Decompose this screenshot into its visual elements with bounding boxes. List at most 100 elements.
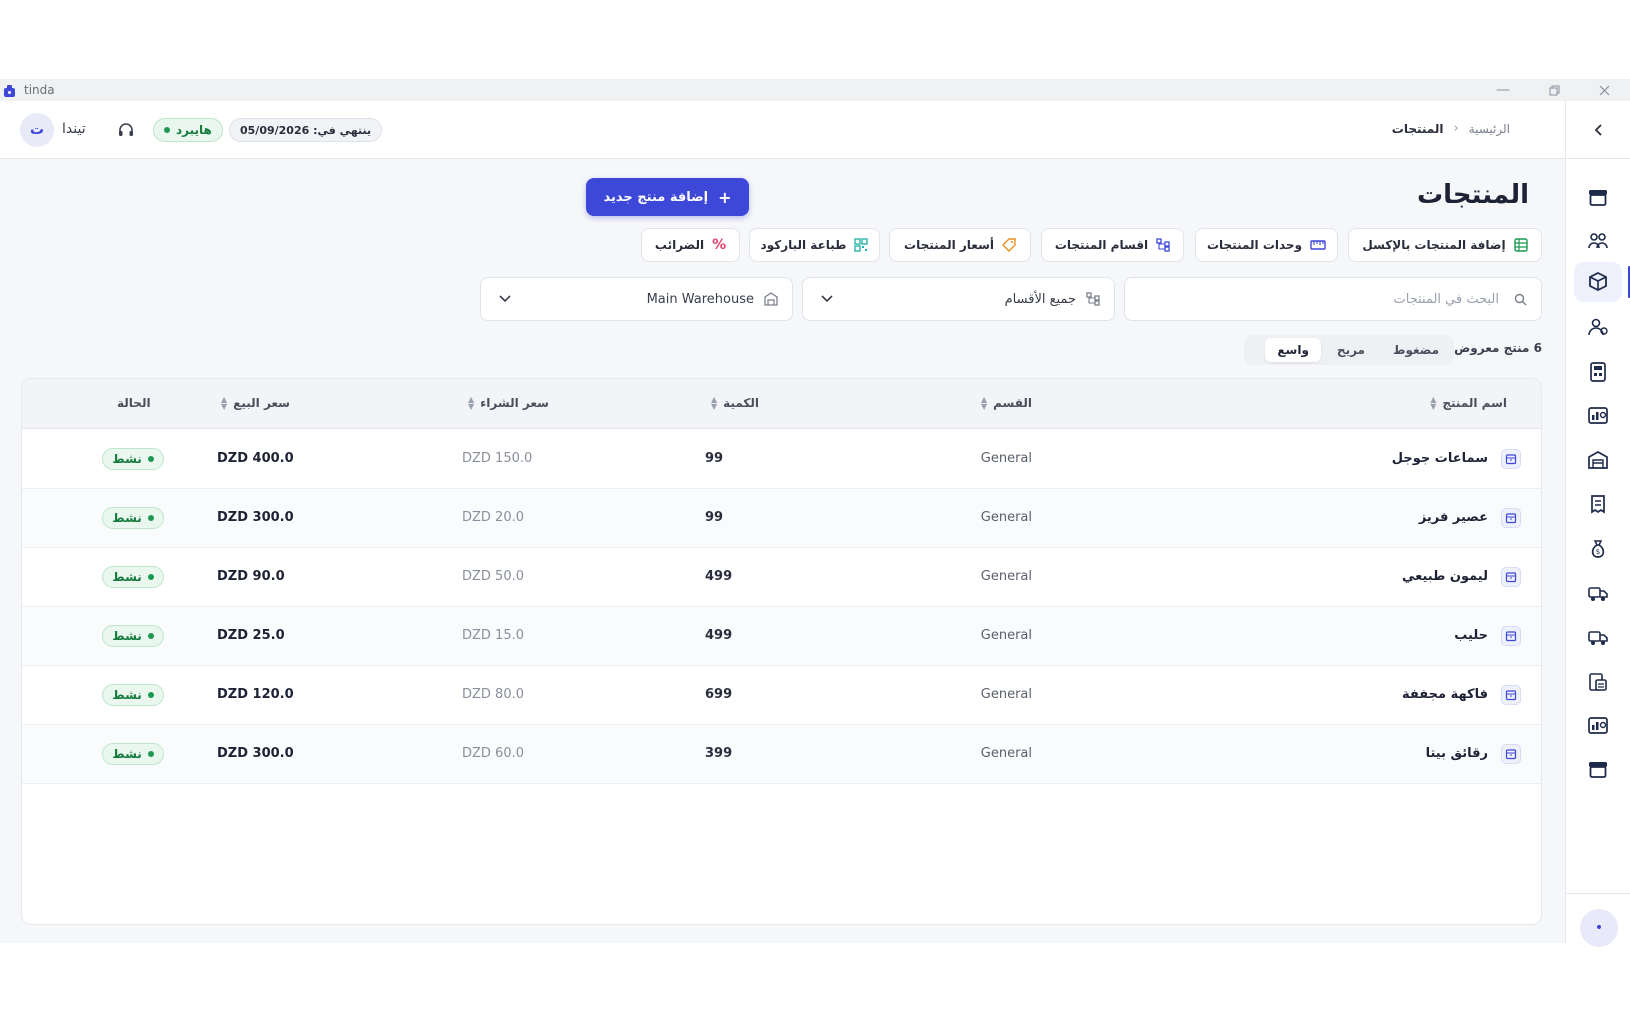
window-title: tinda [24,83,55,97]
table-row[interactable]: حليب General 499 DZD 15.0 DZD 25.0 نشط [22,607,1541,666]
support-headset-icon[interactable] [117,121,135,139]
taxes-button[interactable]: % الضرائب [641,228,740,262]
table-row[interactable]: رقائق بيتا General 399 DZD 60.0 DZD 300.… [22,725,1541,784]
avatar[interactable]: ت [20,113,54,147]
sidebar-item-documents[interactable] [1574,662,1622,702]
sidebar-item-store[interactable] [1574,177,1622,217]
product-buy-price: DZD 20.0 [462,510,525,525]
product-qty: 699 [705,687,733,702]
sidebar-item-shops[interactable] [1574,749,1622,789]
sidebar-item-analytics[interactable] [1574,706,1622,746]
sidebar: $ • [1565,101,1630,947]
shop-icon [1589,762,1607,778]
sort-icon: ▲ ▼ [1430,395,1437,411]
product-buy-price: DZD 80.0 [462,687,525,702]
chart-board-icon [1588,407,1608,424]
sidebar-item-receipts[interactable] [1574,484,1622,524]
receipt-icon [1591,495,1605,514]
sidebar-collapse-button[interactable] [1566,101,1630,159]
status-badge: نشط [102,566,164,588]
status-badge: نشط [102,625,164,647]
product-qty: 99 [705,510,724,525]
chevron-left-icon: ‹ [1453,121,1459,136]
status-dot-icon [147,574,154,580]
status-badge: نشط [102,684,164,706]
category-select[interactable]: جميع الأقسام [802,277,1115,321]
product-categories-button[interactable]: اقسام المنتجات [1041,228,1184,262]
window-titlebar: tinda — [0,79,1630,101]
product-units-button[interactable]: وحدات المنتجات [1195,228,1338,262]
column-header-sell-price[interactable]: سعر البيع ▲ ▼ [221,395,290,411]
import-excel-button[interactable]: إضافة المنتجات بالإكسل [1348,228,1542,262]
breadcrumb: الرئيسية ‹ المنتجات [1392,121,1510,136]
add-product-button[interactable]: + إضافة منتج جديد [586,178,749,216]
chevron-down-icon [499,295,511,303]
sidebar-item-suppliers[interactable] [1574,307,1622,347]
page-title: المنتجات [1417,180,1529,210]
product-name: رقائق بيتا [1425,746,1488,761]
minimize-icon[interactable]: — [1479,79,1527,101]
product-sell-price: DZD 300.0 [217,510,294,525]
product-sell-price: DZD 300.0 [217,746,294,761]
search-icon [1514,293,1527,305]
sort-icon: ▲ ▼ [711,395,718,411]
plus-icon: + [718,187,732,207]
search-input[interactable]: البحث في المنتجات [1124,277,1542,321]
sort-icon: ▲ ▼ [221,395,228,411]
product-buy-price: DZD 50.0 [462,569,525,584]
product-qty: 399 [705,746,733,761]
column-header-category[interactable]: القسم ▲ ▼ [981,396,1032,411]
status-dot-icon [147,692,154,698]
sidebar-item-products[interactable] [1574,262,1630,302]
hierarchy-icon [1086,292,1100,306]
column-header-status: الحالة [117,396,151,410]
product-sell-price: DZD 120.0 [217,687,294,702]
product-box-icon [1501,449,1521,469]
tag-icon [1001,238,1016,252]
density-wide[interactable]: واسع [1265,338,1321,362]
product-category: General [980,451,1032,466]
table-row[interactable]: عصير فريز General 99 DZD 20.0 DZD 300.0 … [22,489,1541,548]
sidebar-item-delivery[interactable] [1574,573,1622,613]
product-prices-button[interactable]: أسعار المنتجات [889,228,1031,262]
status-badge: نشط [102,507,164,529]
close-icon[interactable] [1580,79,1628,101]
sidebar-status-button[interactable]: • [1580,909,1618,947]
column-header-buy-price[interactable]: سعر الشراء ▲ ▼ [468,396,549,411]
product-sell-price: DZD 400.0 [217,451,294,466]
analytics-board-icon [1588,717,1608,734]
product-name: فاكهة مجففة [1402,687,1488,702]
breadcrumb-home[interactable]: الرئيسية [1469,122,1510,136]
sidebar-item-finance[interactable]: $ [1574,529,1622,569]
column-header-qty[interactable]: الكمية ▲ ▼ [711,395,759,411]
category-select-value: جميع الأقسام [1004,291,1076,307]
ruler-icon [1310,240,1326,250]
users-group-icon [1588,233,1608,249]
table-row[interactable]: فاكهة مجففة General 699 DZD 80.0 DZD 120… [22,666,1541,725]
table-row[interactable]: ليمون طبيعي General 499 DZD 50.0 DZD 90.… [22,548,1541,607]
status-dot-icon [147,456,154,462]
density-comfortable[interactable]: مريح [1325,338,1377,362]
product-category: General [980,628,1032,643]
qrcode-icon [854,238,869,252]
search-placeholder: البحث في المنتجات [1393,291,1500,307]
sidebar-item-shipping[interactable] [1574,617,1622,657]
table-header: اسم المنتج ▲ ▼ القسم ▲ ▼ الكمية ▲ ▼ سعر الشراء… [22,379,1541,429]
warehouse-select[interactable]: Main Warehouse [480,277,793,321]
sidebar-item-customers[interactable] [1574,221,1622,261]
density-compact[interactable]: مضغوط [1381,338,1451,362]
sidebar-item-invoices[interactable] [1574,352,1622,392]
chevron-left-icon [1594,123,1602,136]
restore-icon[interactable] [1530,79,1578,101]
table-row[interactable]: سماعات جوجل General 99 DZD 150.0 DZD 400… [22,430,1541,489]
sidebar-item-warehouses[interactable] [1574,440,1622,480]
product-name: حليب [1454,628,1488,643]
product-box-icon [1501,744,1521,764]
print-barcode-button[interactable]: طباعة الباركود [749,228,880,262]
column-header-name[interactable]: اسم المنتج ▲ ▼ [1430,395,1507,411]
store-icon [1589,190,1607,206]
truck-icon [1588,587,1608,601]
sidebar-item-reports[interactable] [1574,396,1622,436]
product-box-icon [1501,626,1521,646]
product-qty: 499 [705,569,733,584]
